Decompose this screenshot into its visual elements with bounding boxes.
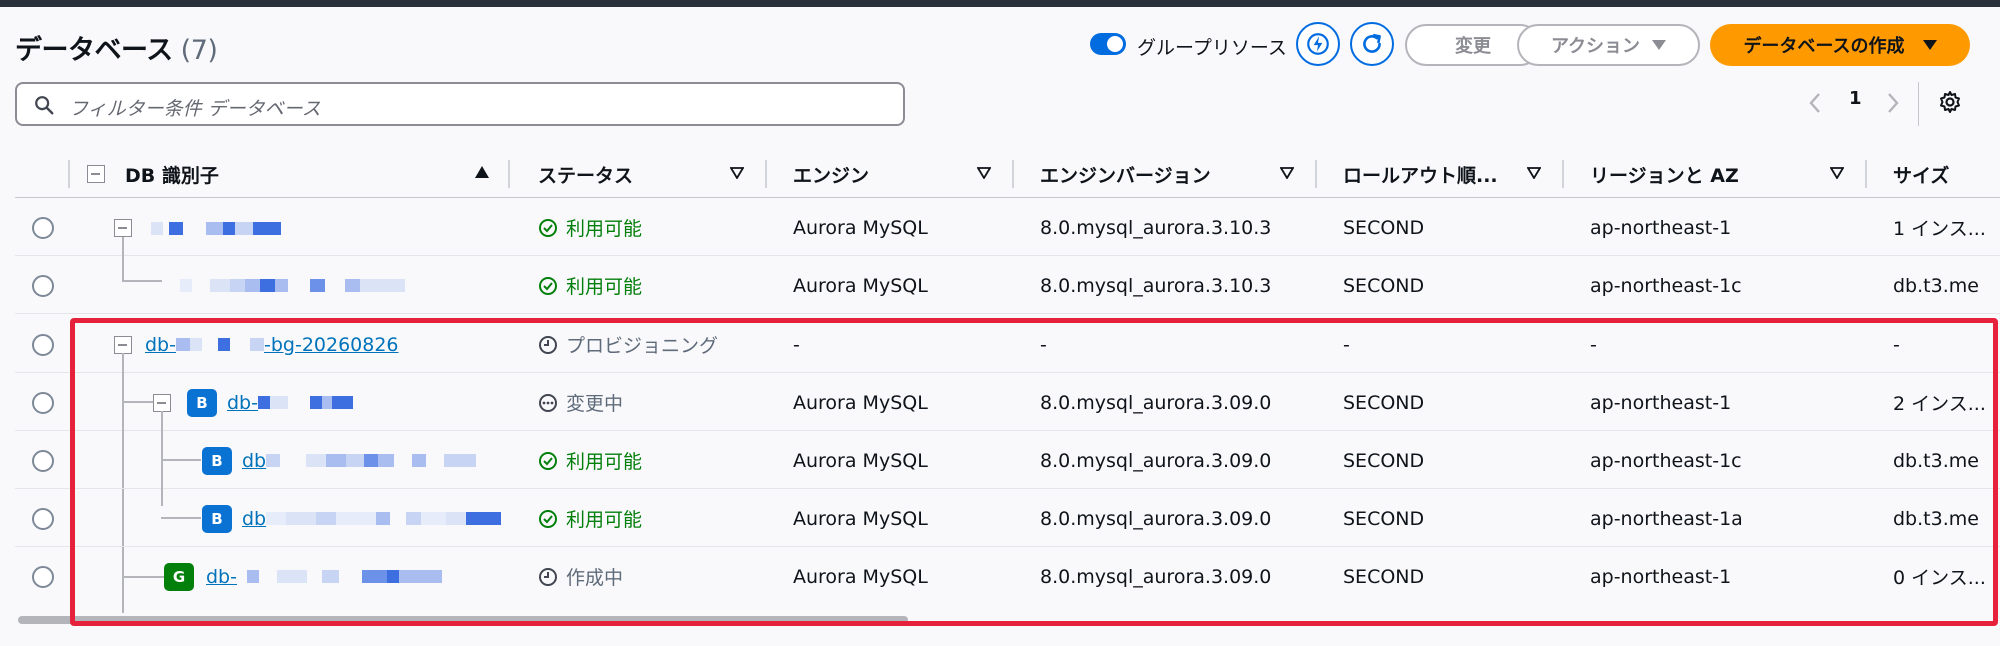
column-separator bbox=[765, 160, 767, 188]
status-cell: 利用可能 bbox=[538, 199, 642, 256]
engine-version-cell: 8.0.mysql_aurora.3.10.3 bbox=[1040, 274, 1272, 297]
header-rollout-order[interactable]: ロールアウト順... bbox=[1343, 150, 1498, 198]
size-cell: db.t3.me bbox=[1893, 274, 1979, 297]
group-resources-label: グループリソース bbox=[1137, 37, 1287, 59]
engine-cell: Aurora MySQL bbox=[793, 216, 928, 239]
row-select-radio[interactable] bbox=[32, 508, 54, 530]
sort-caret-icon[interactable] bbox=[1527, 167, 1541, 179]
expand-toggle[interactable] bbox=[114, 219, 132, 237]
sort-caret-icon[interactable] bbox=[1280, 167, 1294, 179]
column-separator bbox=[1012, 160, 1014, 188]
header-engine[interactable]: エンジン bbox=[793, 150, 869, 198]
region-cell: ap-northeast-1 bbox=[1590, 216, 1732, 239]
column-separator bbox=[1315, 160, 1317, 188]
lightning-button[interactable] bbox=[1296, 22, 1340, 66]
row-select-radio[interactable] bbox=[32, 450, 54, 472]
row-select-radio[interactable] bbox=[32, 217, 54, 239]
resource-count: (7) bbox=[180, 35, 218, 66]
sort-ascending-icon[interactable] bbox=[475, 166, 489, 178]
header-region-az[interactable]: リージョンと AZ bbox=[1590, 150, 1739, 198]
region-cell: ap-northeast-1c bbox=[1590, 274, 1742, 297]
chevron-left-icon[interactable] bbox=[1808, 92, 1822, 114]
sort-caret-icon[interactable] bbox=[1830, 167, 1844, 179]
lightning-icon bbox=[1307, 33, 1329, 55]
refresh-icon bbox=[1363, 34, 1381, 53]
header-size[interactable]: サイズ bbox=[1893, 150, 1949, 198]
check-circle-icon bbox=[539, 276, 557, 295]
redacted-identifier bbox=[151, 222, 281, 235]
top-bar bbox=[0, 0, 2000, 7]
table-row[interactable]: 利用可能 Aurora MySQL 8.0.mysql_aurora.3.10.… bbox=[15, 199, 2000, 256]
column-separator bbox=[68, 160, 70, 188]
column-separator bbox=[508, 160, 510, 188]
redacted-identifier bbox=[180, 279, 405, 292]
row-select-radio[interactable] bbox=[32, 334, 54, 356]
title-text: データベース bbox=[15, 35, 173, 66]
page-number[interactable]: 1 bbox=[1849, 88, 1862, 109]
row-select-radio[interactable] bbox=[32, 275, 54, 297]
create-database-label: データベースの作成 bbox=[1743, 36, 1905, 57]
rollout-cell: SECOND bbox=[1343, 216, 1425, 239]
sort-caret-icon[interactable] bbox=[977, 167, 991, 179]
rollout-cell: SECOND bbox=[1343, 274, 1425, 297]
actions-dropdown[interactable]: アクション bbox=[1517, 24, 1700, 66]
table-row[interactable]: 利用可能 Aurora MySQL 8.0.mysql_aurora.3.10.… bbox=[15, 237, 2000, 314]
filter-placeholder: フィルター条件 データベース bbox=[69, 98, 321, 120]
collapse-all-toggle[interactable] bbox=[87, 165, 105, 183]
group-resources-toggle[interactable] bbox=[1090, 33, 1126, 55]
status-cell: 利用可能 bbox=[538, 257, 642, 314]
refresh-button[interactable] bbox=[1350, 22, 1394, 66]
size-cell: 1 インス... bbox=[1893, 218, 1986, 240]
page-title: データベース (7) bbox=[15, 28, 218, 67]
chevron-right-icon[interactable] bbox=[1886, 92, 1900, 114]
header-engine-version[interactable]: エンジンバージョン bbox=[1040, 150, 1211, 198]
caret-down-icon bbox=[1922, 40, 1937, 50]
actions-label: アクション bbox=[1550, 36, 1641, 57]
row-select-radio[interactable] bbox=[32, 392, 54, 414]
engine-cell: Aurora MySQL bbox=[793, 274, 928, 297]
highlight-box bbox=[70, 318, 1998, 626]
pager-divider bbox=[1918, 82, 1919, 126]
status-text: 利用可能 bbox=[566, 276, 643, 298]
status-text: 利用可能 bbox=[566, 218, 643, 240]
caret-down-icon bbox=[1652, 40, 1667, 50]
modify-label: 変更 bbox=[1455, 36, 1491, 57]
column-separator bbox=[1865, 160, 1867, 188]
tree-line bbox=[122, 280, 162, 282]
row-select-radio[interactable] bbox=[32, 566, 54, 588]
sort-caret-icon[interactable] bbox=[730, 167, 744, 179]
filter-input[interactable]: フィルター条件 データベース bbox=[15, 82, 905, 126]
check-circle-icon bbox=[539, 218, 557, 237]
gear-icon[interactable] bbox=[1938, 90, 1962, 114]
create-database-button[interactable]: データベースの作成 bbox=[1710, 24, 1970, 66]
header-status[interactable]: ステータス bbox=[538, 150, 633, 198]
column-separator bbox=[1562, 160, 1564, 188]
engine-version-cell: 8.0.mysql_aurora.3.10.3 bbox=[1040, 216, 1272, 239]
table-header: DB 識別子 ステータス エンジン エンジンバージョン ロールアウト順... リ… bbox=[15, 150, 2000, 198]
tree-line bbox=[122, 237, 124, 281]
header-db-identifier[interactable]: DB 識別子 bbox=[125, 150, 219, 198]
search-icon bbox=[35, 96, 54, 115]
toggle-knob bbox=[1107, 36, 1123, 52]
